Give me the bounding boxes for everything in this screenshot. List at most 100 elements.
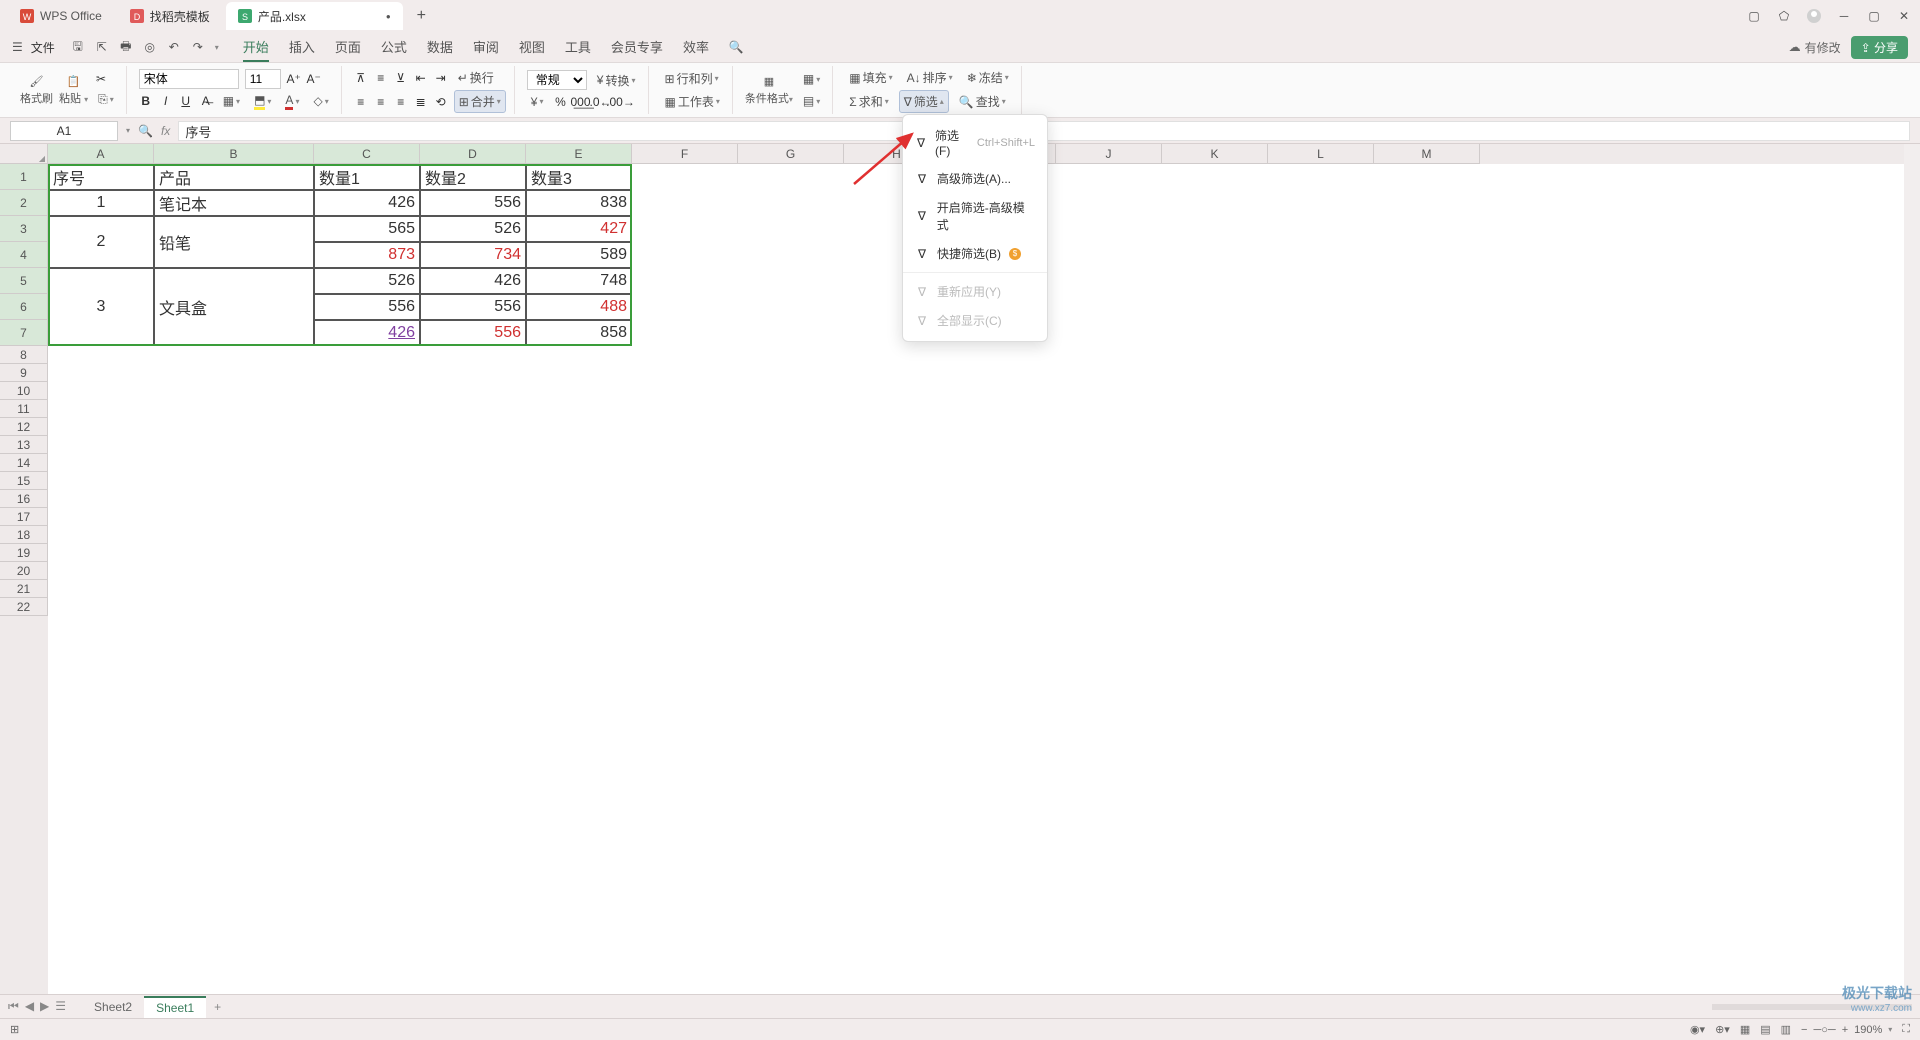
- cell[interactable]: 3: [48, 268, 154, 346]
- cell[interactable]: 2: [48, 216, 154, 268]
- justify-icon[interactable]: ≣: [414, 95, 428, 109]
- format-brush-button[interactable]: 🖌格式刷: [20, 74, 53, 106]
- changes-status[interactable]: ☁ 有修改: [1789, 39, 1841, 56]
- percent-icon[interactable]: %: [554, 95, 568, 109]
- hamburger-icon[interactable]: ☰: [12, 40, 23, 54]
- vertical-scrollbar[interactable]: [1904, 144, 1920, 994]
- status-icon[interactable]: ⊞: [10, 1023, 19, 1036]
- font-size-select[interactable]: [245, 69, 281, 89]
- sheet-tab-sheet1[interactable]: Sheet1: [144, 996, 206, 1018]
- cell[interactable]: 526: [314, 268, 420, 294]
- row-header[interactable]: 15: [0, 472, 48, 490]
- fullscreen-icon[interactable]: ⛶: [1902, 1023, 1910, 1036]
- row-header[interactable]: 9: [0, 364, 48, 382]
- cond-format-button[interactable]: ▦条件格式▾: [745, 74, 793, 106]
- col-header[interactable]: C: [314, 144, 420, 164]
- row-header[interactable]: 12: [0, 418, 48, 436]
- row-header[interactable]: 10: [0, 382, 48, 400]
- layout-icon[interactable]: ▢: [1746, 8, 1762, 24]
- cell[interactable]: 文具盒: [154, 268, 314, 346]
- tab-tools[interactable]: 工具: [565, 33, 591, 62]
- cell[interactable]: 748: [526, 268, 632, 294]
- font-name-select[interactable]: [139, 69, 239, 89]
- align-left-icon[interactable]: ≡: [354, 95, 368, 109]
- cell[interactable]: 1: [48, 190, 154, 216]
- row-header[interactable]: 11: [0, 400, 48, 418]
- col-header[interactable]: A: [48, 144, 154, 164]
- merge-button[interactable]: ⊞合并▾: [454, 90, 506, 113]
- cell[interactable]: 858: [526, 320, 632, 346]
- align-center-icon[interactable]: ≡: [374, 95, 388, 109]
- align-bottom-icon[interactable]: ⊻: [394, 71, 408, 85]
- cell[interactable]: 铅笔: [154, 216, 314, 268]
- cell[interactable]: 426: [314, 190, 420, 216]
- cell[interactable]: 565: [314, 216, 420, 242]
- sheet-tab-sheet2[interactable]: Sheet2: [82, 997, 144, 1017]
- tab-formula[interactable]: 公式: [381, 33, 407, 62]
- highlight-button[interactable]: ◇▾: [309, 92, 332, 110]
- find-button[interactable]: 🔍查找▾: [955, 91, 1010, 112]
- tab-start[interactable]: 开始: [243, 33, 269, 62]
- row-header[interactable]: 14: [0, 454, 48, 472]
- add-sheet-button[interactable]: +: [206, 1000, 229, 1014]
- tab-data[interactable]: 数据: [427, 33, 453, 62]
- sheet-first-icon[interactable]: ⏮: [8, 999, 19, 1014]
- cell[interactable]: 556: [314, 294, 420, 320]
- col-header[interactable]: F: [632, 144, 738, 164]
- filter-menu-advanced[interactable]: ∇ 高级筛选(A)...: [903, 164, 1047, 193]
- sheet-list-icon[interactable]: ☰: [55, 999, 66, 1014]
- search-icon[interactable]: 🔍: [729, 40, 743, 54]
- close-button[interactable]: ✕: [1896, 8, 1912, 24]
- col-header[interactable]: E: [526, 144, 632, 164]
- col-header[interactable]: D: [420, 144, 526, 164]
- print-icon[interactable]: 🖶: [119, 40, 133, 54]
- cell[interactable]: 734: [420, 242, 526, 268]
- zoom-in-button[interactable]: +: [1842, 1024, 1848, 1036]
- minimize-button[interactable]: ─: [1836, 8, 1852, 24]
- fill-color-button[interactable]: ⬒▾: [250, 91, 275, 112]
- sum-button[interactable]: Σ求和▾: [845, 91, 892, 112]
- zoom-out-button[interactable]: −: [1801, 1024, 1807, 1036]
- row-header[interactable]: 13: [0, 436, 48, 454]
- cube-icon[interactable]: ⬠: [1776, 8, 1792, 24]
- font-color-button[interactable]: A▾: [281, 91, 303, 112]
- share-button[interactable]: ⇪ 分享: [1851, 36, 1908, 59]
- filter-menu-advmode[interactable]: ∇ 开启筛选-高级模式: [903, 193, 1047, 239]
- cell[interactable]: 426: [314, 320, 420, 346]
- comma-icon[interactable]: 0̲0̲0̲: [574, 95, 588, 109]
- template-tab[interactable]: D 找稻壳模板: [118, 2, 222, 30]
- cell[interactable]: 556: [420, 320, 526, 346]
- col-header[interactable]: J: [1056, 144, 1162, 164]
- sheet-prev-icon[interactable]: ◀: [25, 999, 34, 1014]
- table-button[interactable]: ▤▾: [799, 92, 824, 110]
- cell[interactable]: 数量3: [526, 164, 632, 190]
- copy-button[interactable]: ⎘▾: [94, 90, 118, 109]
- cell[interactable]: 427: [526, 216, 632, 242]
- cell[interactable]: 426: [420, 268, 526, 294]
- col-header[interactable]: M: [1374, 144, 1480, 164]
- cell[interactable]: 488: [526, 294, 632, 320]
- strike-icon[interactable]: A̶: [199, 94, 213, 108]
- cancel-fx-icon[interactable]: 🔍: [138, 124, 153, 138]
- file-tab[interactable]: S 产品.xlsx ●: [226, 2, 403, 30]
- undo-icon[interactable]: ↶: [167, 40, 181, 54]
- row-header[interactable]: 19: [0, 544, 48, 562]
- new-tab-button[interactable]: +: [407, 7, 436, 25]
- view-page-icon[interactable]: ▤: [1760, 1023, 1770, 1036]
- col-header[interactable]: G: [738, 144, 844, 164]
- cell[interactable]: 838: [526, 190, 632, 216]
- filter-button[interactable]: ∇筛选▴: [899, 90, 949, 113]
- wrap-button[interactable]: ↵换行: [454, 67, 498, 88]
- save-icon[interactable]: 🖫: [71, 40, 85, 54]
- decrease-font-icon[interactable]: A⁻: [307, 72, 321, 86]
- tab-review[interactable]: 审阅: [473, 33, 499, 62]
- col-header[interactable]: K: [1162, 144, 1268, 164]
- border-button[interactable]: ▦▾: [219, 92, 244, 110]
- paste-button[interactable]: 📋粘贴 ▾: [59, 74, 88, 106]
- fill-button[interactable]: ▦填充▾: [845, 67, 896, 88]
- namebox-dropdown-icon[interactable]: ▾: [126, 126, 130, 135]
- freeze-button[interactable]: ❄冻结▾: [963, 67, 1013, 88]
- row-header[interactable]: 8: [0, 346, 48, 364]
- cut-icon[interactable]: ✂: [94, 72, 108, 86]
- increase-decimal-icon[interactable]: .00→: [614, 95, 628, 109]
